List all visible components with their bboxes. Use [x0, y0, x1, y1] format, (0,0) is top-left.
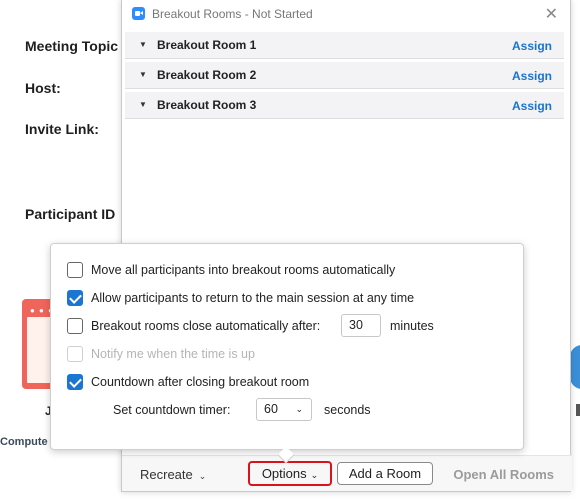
participant-id-label: Participant ID [25, 206, 116, 222]
assign-link[interactable]: Assign [512, 99, 552, 113]
chevron-down-icon: ⌄ [310, 470, 319, 480]
room-row-3[interactable]: ▼ Breakout Room 3 Assign [125, 92, 564, 119]
close-icon[interactable]: ✕ [545, 4, 558, 24]
assign-link[interactable]: Assign [512, 39, 552, 53]
seconds-unit-label: seconds [324, 403, 371, 417]
app-tile-blue-icon[interactable] [570, 345, 580, 389]
room-row-1[interactable]: ▼ Breakout Room 1 Assign [125, 32, 564, 59]
partial-label [576, 404, 580, 416]
recreate-label: Recreate [140, 467, 193, 482]
options-button[interactable]: Options ⌄ [248, 461, 332, 486]
checkbox[interactable] [67, 318, 83, 334]
minutes-unit-label: minutes [390, 319, 434, 333]
countdown-timer-select[interactable]: 60 ⌄ [256, 398, 312, 421]
invite-link-label: Invite Link: [25, 121, 99, 137]
checkbox [67, 346, 83, 362]
meeting-topic-label: Meeting Topic [25, 38, 119, 54]
chevron-down-icon: ⌄ [198, 471, 207, 481]
computer-audio-label: Compute [0, 436, 48, 448]
room-name: Breakout Room 3 [157, 98, 257, 112]
room-name: Breakout Room 2 [157, 68, 257, 82]
checkbox[interactable] [67, 374, 83, 390]
recreate-dropdown[interactable]: Recreate ⌄ [140, 467, 206, 482]
expand-caret-icon[interactable]: ▼ [139, 70, 147, 79]
room-name: Breakout Room 1 [157, 38, 257, 52]
window-title: Breakout Rooms - Not Started [152, 7, 313, 21]
window-titlebar: Breakout Rooms - Not Started ✕ [122, 0, 570, 28]
countdown-timer-label: Set countdown timer: [113, 403, 231, 417]
chevron-down-icon: ⌄ [295, 404, 303, 414]
checkbox[interactable] [67, 290, 83, 306]
expand-caret-icon[interactable]: ▼ [139, 40, 147, 49]
window-bottom-bar: Recreate ⌄ Options ⌄ Add a Room Open All R… [122, 455, 572, 491]
room-row-2[interactable]: ▼ Breakout Room 2 Assign [125, 62, 564, 89]
options-label: Options [261, 466, 307, 481]
zoom-logo-icon [132, 7, 145, 20]
add-room-button[interactable]: Add a Room [337, 462, 433, 485]
auto-close-minutes-input[interactable]: 30 [341, 314, 381, 337]
assign-link[interactable]: Assign [512, 69, 552, 83]
open-all-rooms-button[interactable]: Open All Rooms [453, 467, 554, 482]
host-label: Host: [25, 80, 61, 96]
expand-caret-icon[interactable]: ▼ [139, 100, 147, 109]
options-popup: Move all participants into breakout room… [50, 243, 524, 450]
checkbox[interactable] [67, 262, 83, 278]
